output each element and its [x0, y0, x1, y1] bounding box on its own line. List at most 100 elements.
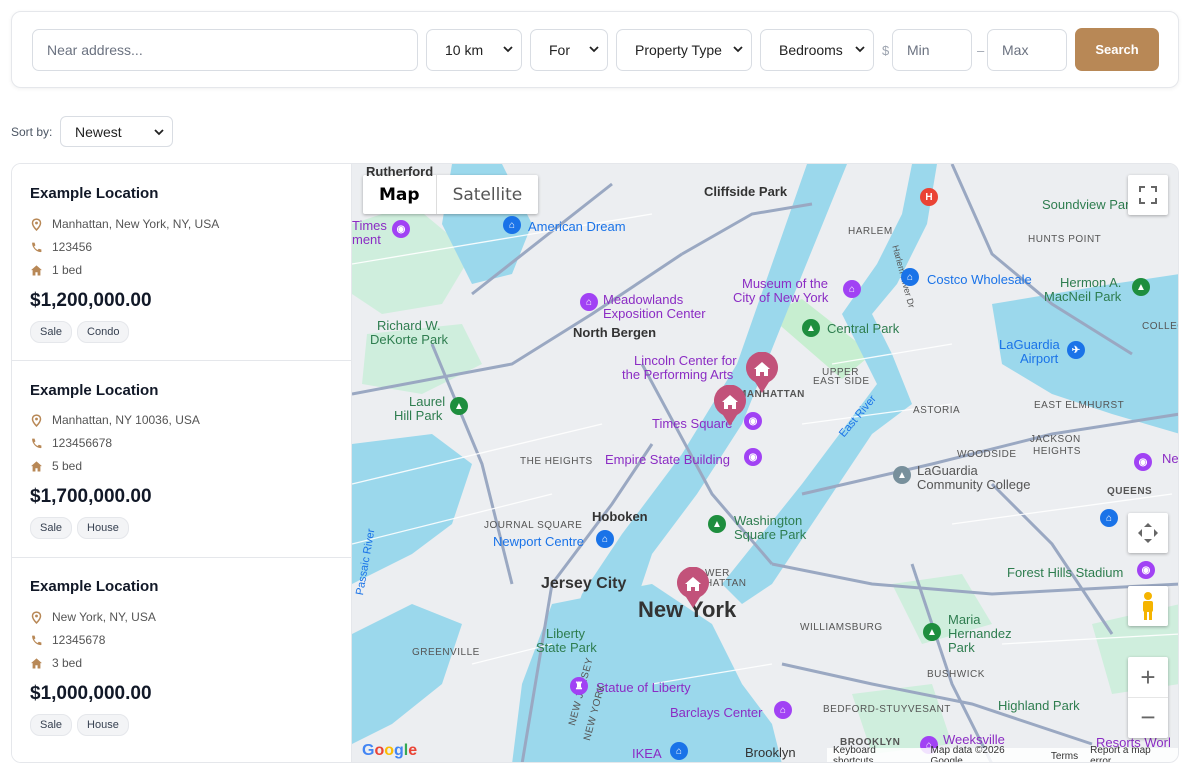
- map-footer: Keyboard shortcuts Map data ©2026 Google…: [827, 745, 1178, 763]
- listing-marker[interactable]: [713, 385, 747, 427]
- sort-select[interactable]: Newest: [60, 116, 173, 147]
- map-label: the Performing Arts: [622, 367, 734, 382]
- listing-phone-text: 123456: [52, 240, 93, 254]
- map-label: Statue of Liberty: [596, 680, 691, 695]
- listing-price: $1,000,000.00: [30, 683, 152, 704]
- listing-tag: Sale: [30, 714, 73, 736]
- search-button[interactable]: Search: [1075, 28, 1159, 71]
- map-data-text: Map data ©2026 Google: [930, 745, 1005, 763]
- home-icon: [31, 657, 42, 668]
- map-label: WOODSIDE: [957, 449, 1017, 460]
- listing-beds: 5 bed: [30, 459, 82, 473]
- map-label: HARLEM: [848, 226, 893, 237]
- map-label: Rutherford: [366, 164, 434, 179]
- results-panel: Example Location Manhattan, New York, NY…: [11, 163, 1179, 763]
- hospital-icon[interactable]: H: [920, 188, 938, 206]
- airport-icon[interactable]: ✈: [1067, 341, 1085, 359]
- map-label: Maria: [948, 612, 981, 627]
- landmark-icon[interactable]: ♜: [570, 677, 588, 695]
- map-label: Lincoln Center for: [634, 353, 737, 368]
- listing-marker[interactable]: [676, 567, 710, 609]
- zoom-out-button[interactable]: −: [1128, 698, 1168, 738]
- shopping-icon[interactable]: ⌂: [670, 742, 688, 760]
- map-label: LaGuardia: [999, 337, 1060, 352]
- map-label: THE HEIGHTS: [520, 456, 593, 467]
- listing-beds: 3 bed: [30, 656, 82, 670]
- camera-control-button[interactable]: [1128, 513, 1168, 553]
- property-type-select[interactable]: Property Type: [616, 29, 752, 71]
- max-price-input[interactable]: Max: [987, 29, 1067, 71]
- map-label: LaGuardia: [917, 463, 978, 478]
- map-label: BUSHWICK: [927, 669, 985, 680]
- tree-icon[interactable]: ▲: [1132, 278, 1150, 296]
- map-label: DeKorte Park: [370, 332, 449, 347]
- map-label: American Dream: [528, 219, 626, 234]
- location-pin-icon: [31, 217, 42, 231]
- tree-icon[interactable]: ▲: [450, 397, 468, 415]
- phone-icon: [32, 635, 42, 645]
- map-label: Ne: [1162, 451, 1179, 466]
- chevron-down-icon: [589, 46, 599, 53]
- listing-price: $1,200,000.00: [30, 290, 152, 311]
- radius-select[interactable]: 10 km: [426, 29, 522, 71]
- map-label: ASTORIA: [913, 405, 961, 416]
- map-label: WILLIAMSBURG: [800, 622, 883, 633]
- shopping-icon[interactable]: ⌂: [901, 268, 919, 286]
- map-label: Park: [948, 640, 975, 655]
- listing-tag: Sale: [30, 517, 73, 539]
- location-pin-icon: [31, 413, 42, 427]
- bedrooms-select[interactable]: Bedrooms: [760, 29, 874, 71]
- map-label: HUNTS POINT: [1028, 234, 1102, 245]
- map-label: Liberty: [546, 626, 586, 641]
- museum-icon[interactable]: ⌂: [843, 280, 861, 298]
- map-label: EAST ELMHURST: [1034, 400, 1125, 411]
- fullscreen-button[interactable]: [1128, 175, 1168, 215]
- listing-address: Manhattan, NY 10036, USA: [30, 413, 200, 427]
- map-label: North Bergen: [573, 325, 657, 340]
- terms-link[interactable]: Terms: [1051, 751, 1078, 762]
- tree-icon[interactable]: ▲: [802, 319, 820, 337]
- map-canvas: [352, 164, 1178, 762]
- map-label: Museum of the: [742, 276, 828, 291]
- camera-icon[interactable]: ◉: [392, 220, 410, 238]
- home-icon: [31, 460, 42, 471]
- map-label: COLLEG: [1142, 321, 1178, 332]
- shopping-icon[interactable]: ⌂: [503, 216, 521, 234]
- listing-beds: 1 bed: [30, 263, 82, 277]
- museum-icon[interactable]: ⌂: [580, 293, 598, 311]
- report-error-link[interactable]: Report a map error: [1090, 745, 1174, 762]
- camera-icon[interactable]: ◉: [1134, 453, 1152, 471]
- map-type-satellite[interactable]: Satellite: [435, 175, 539, 214]
- zoom-in-button[interactable]: +: [1128, 658, 1168, 698]
- listing-address-text: Manhattan, New York, NY, USA: [52, 217, 220, 231]
- map-view[interactable]: Map Satellite Rutherford Cliffside Park …: [352, 164, 1179, 763]
- min-price-input[interactable]: Min: [892, 29, 972, 71]
- listing-phone: 123456: [30, 240, 92, 254]
- shopping-icon[interactable]: ⌂: [596, 530, 614, 548]
- search-bar: Near address... 10 km For Property Type …: [11, 11, 1179, 88]
- street-view-button[interactable]: [1128, 586, 1168, 626]
- listing-card[interactable]: Example Location Manhattan, New York, NY…: [12, 164, 352, 361]
- map-label: HATTAN: [705, 578, 747, 589]
- camera-icon[interactable]: ◉: [1137, 561, 1155, 579]
- map-type-map[interactable]: Map: [363, 175, 436, 214]
- map-label: Meadowlands: [603, 292, 684, 307]
- tree-icon[interactable]: ▲: [708, 515, 726, 533]
- address-input[interactable]: Near address...: [32, 29, 418, 71]
- map-label: QUEENS: [1107, 486, 1153, 497]
- camera-icon[interactable]: ◉: [744, 448, 762, 466]
- listing-address-text: New York, NY, USA: [52, 610, 156, 624]
- shopping-icon[interactable]: ⌂: [1100, 509, 1118, 527]
- for-select[interactable]: For: [530, 29, 608, 71]
- map-label: Newport Centre: [493, 534, 585, 549]
- bedrooms-value: Bedrooms: [779, 42, 843, 58]
- listing-marker[interactable]: [745, 352, 779, 394]
- listing-card[interactable]: Example Location New York, NY, USA 12345…: [12, 557, 352, 754]
- school-icon[interactable]: ▲: [893, 466, 911, 484]
- museum-icon[interactable]: ⌂: [774, 701, 792, 719]
- chevron-down-icon: [503, 46, 513, 53]
- listing-card[interactable]: Example Location Manhattan, NY 10036, US…: [12, 361, 352, 558]
- map-label: IKEA: [632, 746, 662, 761]
- keyboard-shortcuts-link[interactable]: Keyboard shortcuts: [833, 745, 919, 762]
- tree-icon[interactable]: ▲: [923, 623, 941, 641]
